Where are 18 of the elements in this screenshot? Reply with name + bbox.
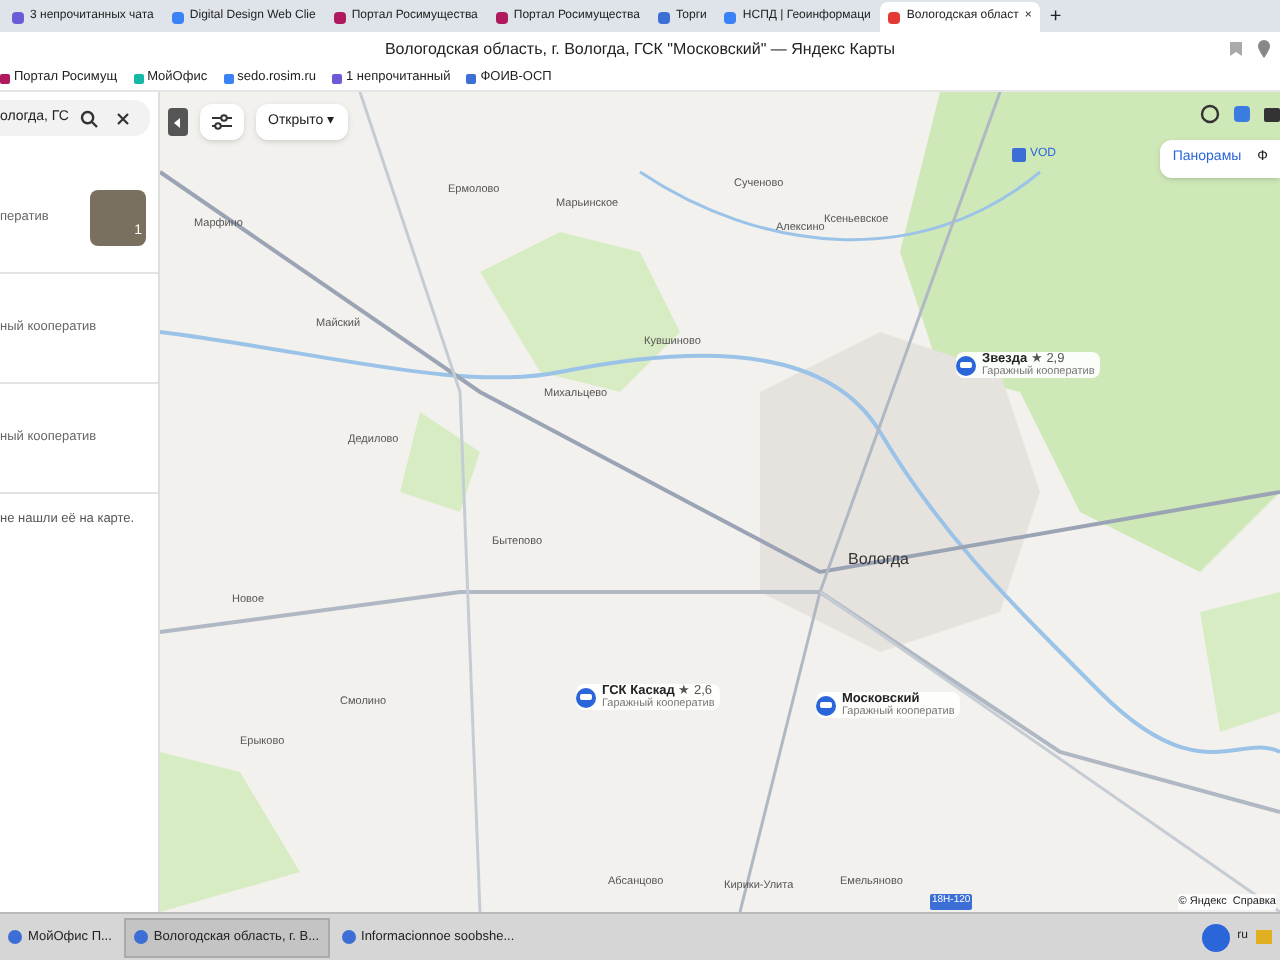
close-icon[interactable]: [116, 111, 131, 125]
location-icon[interactable]: [1256, 40, 1272, 58]
app-icon: [341, 930, 356, 944]
new-tab-button[interactable]: +: [1049, 8, 1062, 32]
car-icon: [816, 695, 836, 716]
window-title: Вологодская область, г. Вологда, ГСК "Московский" — Яндекс Карты: [384, 37, 896, 61]
collapse-panel-button[interactable]: [168, 108, 188, 136]
search-icon[interactable]: [80, 109, 99, 127]
caret-icon: [174, 117, 182, 127]
app-icon: [133, 930, 148, 944]
browser-tray-icon[interactable]: [1201, 923, 1230, 951]
sliders-icon: [212, 114, 232, 130]
circle-icon[interactable]: [1200, 104, 1220, 124]
app-icon: [8, 930, 22, 944]
car-icon: [576, 687, 596, 708]
car-icon: [956, 355, 976, 376]
filter-button[interactable]: [200, 104, 244, 140]
city-label: Вологда: [848, 548, 909, 572]
